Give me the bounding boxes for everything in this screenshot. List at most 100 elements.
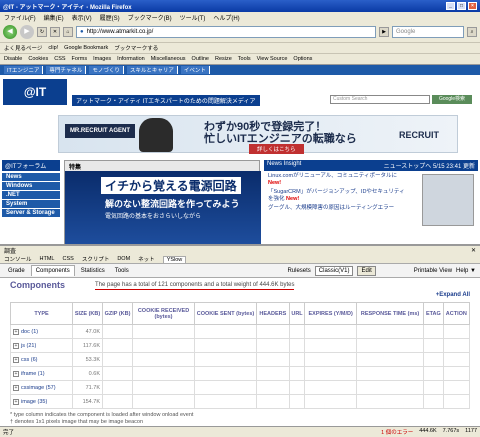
home-icon[interactable]: ⌂ [63,27,73,37]
column-gzip[interactable]: GZIP (KB) [102,302,133,325]
site-top-link[interactable]: モノづくり [89,66,124,74]
devbar-outline[interactable]: Outline [192,56,209,62]
column-action[interactable]: ACTION [442,302,471,325]
tab-dom[interactable]: DOM [117,256,130,262]
yslow-tab-grade[interactable]: Grade [4,266,29,276]
forum-nav-item[interactable]: System [2,200,60,208]
news-item[interactable]: Linux.comがリニューアル、コミュニティポータルに New! [268,173,410,187]
devbar-css[interactable]: CSS [54,56,65,62]
expand-row-icon[interactable]: + [13,342,19,349]
tab-yslow[interactable]: YSlow [162,255,187,263]
devbar-tools[interactable]: Tools [238,56,251,62]
bookmark-item[interactable]: Google Bookmark [64,45,108,51]
feature-article[interactable]: イチから覚える電源回路 解のない整流回路を作ってみよう 電気回路の基本をおさらい… [65,171,261,244]
banner-detail-button[interactable]: 詳しくはこちら [249,144,304,154]
menu-help[interactable]: ヘルプ(H) [213,13,239,22]
table-row[interactable]: + css (6) 53.3K [10,352,471,367]
menu-bookmarks[interactable]: ブックマーク(B) [128,13,172,22]
bookmark-item[interactable]: ブックマークする [114,44,158,52]
close-button[interactable]: × [468,2,477,10]
back-button[interactable]: ◀ [3,25,17,39]
tab-script[interactable]: スクリプト [82,255,110,263]
firebug-close-icon[interactable]: ✕ [471,247,476,254]
ruleset-select[interactable]: Classic(V1) [314,265,354,276]
devbar-images[interactable]: Images [93,56,111,62]
table-row[interactable]: + js (21) 117.6K [10,338,471,353]
banner-agent-label: MR.RECRUIT AGENT [65,124,135,138]
forum-nav-item[interactable]: .NET [2,191,60,199]
devbar-miscellaneous[interactable]: Miscellaneous [151,56,186,62]
stop-icon[interactable]: ✕ [50,27,60,37]
expand-row-icon[interactable]: + [13,370,19,377]
devbar-options[interactable]: Options [293,56,312,62]
site-top-link[interactable]: イベント [180,66,210,74]
site-search-button[interactable]: Google検索 [432,95,472,104]
menu-tools[interactable]: ツール(T) [180,13,206,22]
column-size[interactable]: SIZE (KB) [72,302,103,325]
expand-row-icon[interactable]: + [13,356,19,363]
table-row[interactable]: + image (35) 154.7K [10,394,471,409]
column-expires[interactable]: EXPIRES (Y/M/D) [304,302,358,325]
url-field[interactable]: ● http://www.atmarkit.co.jp/ [76,26,376,38]
news-thumbnail-image[interactable] [422,174,474,226]
minimize-button[interactable]: _ [446,2,455,10]
reload-icon[interactable]: ↻ [37,27,47,37]
bookmark-item[interactable]: よく見るページ [4,44,42,52]
devbar-resize[interactable]: Resize [215,56,232,62]
column-response-time[interactable]: RESPONSE TIME (ms) [356,302,425,325]
site-top-link[interactable]: スキルとキャリア [126,66,178,74]
error-count[interactable]: 1 個のエラー [381,428,413,436]
menu-edit[interactable]: 編集(E) [44,13,64,22]
forum-nav-item[interactable]: News [2,173,60,181]
search-input[interactable]: Google [392,26,464,38]
yslow-tab-tools[interactable]: Tools [111,266,133,276]
news-title: News Insight [267,161,302,167]
search-icon[interactable]: ⌕ [467,27,477,37]
edit-button[interactable]: Edit [357,265,376,276]
column-etag[interactable]: ETAG [423,302,444,325]
column-type[interactable]: TYPE [10,302,73,325]
news-top-link[interactable]: ニューストップへ 5/15 23:41 更新 [384,161,475,170]
maximize-button[interactable]: □ [457,2,466,10]
help-menu[interactable]: Help ▼ [456,268,476,274]
forum-nav-item[interactable]: Windows [2,182,60,190]
table-row[interactable]: + cssimage (57) 71.7K [10,380,471,395]
devbar-information[interactable]: Information [117,56,145,62]
tab-console[interactable]: コンソール [4,255,32,263]
table-row[interactable]: + doc (1) 47.0K [10,324,471,339]
expand-row-icon[interactable]: + [13,398,19,405]
site-logo[interactable]: @IT [3,79,67,105]
news-item[interactable]: グーグル、大規模障害の原因はルーティングエラー [268,205,410,212]
site-top-link[interactable]: ITエンジニア [4,66,44,74]
tab-css[interactable]: CSS [63,256,74,262]
site-top-link[interactable]: 専門チャネル [46,66,87,74]
recruit-banner[interactable]: MR.RECRUIT AGENT わずか90秒で登録完了！ 忙しいITエンジニア… [58,115,458,170]
expand-row-icon[interactable]: + [13,328,19,335]
menu-history[interactable]: 履歴(S) [100,13,120,22]
devbar-forms[interactable]: Forms [72,56,88,62]
yslow-tab-statistics[interactable]: Statistics [77,266,109,276]
printable-view-link[interactable]: Printable View [414,268,452,274]
forward-button[interactable]: ▶ [20,25,34,39]
go-button[interactable]: ▶ [379,27,389,37]
expand-row-icon[interactable]: + [13,384,19,391]
column-headers[interactable]: HEADERS [256,302,290,325]
table-row[interactable]: + iframe (1) 0.6K [10,366,471,381]
forum-nav-item[interactable]: Server & Storage [2,209,60,217]
tab-net[interactable]: ネット [138,255,155,263]
table-notes: * type column indicates the component is… [10,412,193,426]
menu-file[interactable]: ファイル(F) [4,13,36,22]
menu-view[interactable]: 表示(V) [72,13,92,22]
column-url[interactable]: URL [288,302,306,325]
devbar-view-source[interactable]: View Source [257,56,288,62]
news-item[interactable]: 「SugarCRM」がバージョンアップ、IDやセキュリティを強化 New! [268,189,410,203]
site-search-input[interactable]: Custom Search [330,95,430,104]
devbar-cookies[interactable]: Cookies [28,56,48,62]
column-cookie-received[interactable]: COOKIE RECEIVED (bytes) [132,302,195,325]
expand-all-link[interactable]: +Expand All [436,292,470,298]
column-cookie-sent[interactable]: COOKIE SENT (bytes) [194,302,257,325]
yslow-tab-components[interactable]: Components [30,265,75,276]
tab-html[interactable]: HTML [40,256,55,262]
devbar-disable[interactable]: Disable [4,56,22,62]
bookmark-item[interactable]: clip! [48,45,58,51]
